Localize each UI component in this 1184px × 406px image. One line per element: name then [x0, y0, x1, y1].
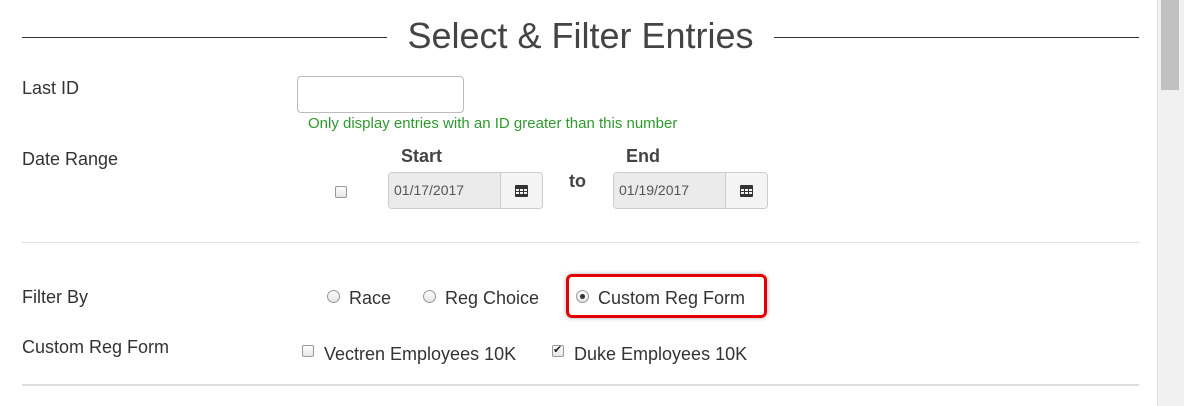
checkbox-duke[interactable] — [552, 343, 564, 357]
to-label: to — [569, 171, 586, 191]
date-range-checkbox[interactable] — [335, 186, 347, 198]
scrollbar-thumb[interactable] — [1161, 0, 1179, 90]
end-date-group: 01/19/2017 — [613, 172, 768, 209]
last-id-input[interactable] — [297, 76, 464, 113]
filter-panel: Select & Filter Entries Last ID Only dis… — [0, 0, 1157, 406]
end-calendar-button[interactable] — [726, 173, 767, 208]
radio-race[interactable] — [327, 290, 340, 303]
filter-by-label: Filter By — [22, 287, 89, 307]
start-date-input[interactable]: 01/17/2017 — [389, 173, 501, 208]
checkbox-duke-label[interactable]: Duke Employees 10K — [574, 344, 747, 365]
checkbox-vectren-label[interactable]: Vectren Employees 10K — [324, 344, 516, 365]
start-date-group: 01/17/2017 — [388, 172, 543, 209]
title-rule-right — [774, 37, 1139, 38]
date-range-label: Date Range — [22, 149, 119, 169]
last-id-label: Last ID — [22, 78, 80, 98]
start-calendar-button[interactable] — [501, 173, 542, 208]
highlight-box — [566, 274, 767, 318]
divider — [22, 384, 1139, 386]
title-rule-left — [22, 37, 387, 38]
custom-reg-form-label: Custom Reg Form — [22, 337, 170, 357]
scrollbar[interactable] — [1157, 0, 1184, 406]
last-id-help-text: Only display entries with an ID greater … — [308, 115, 678, 132]
end-date-input[interactable]: 01/19/2017 — [614, 173, 726, 208]
divider — [22, 242, 1139, 243]
calendar-icon — [515, 184, 528, 197]
radio-race-label[interactable]: Race — [349, 288, 391, 309]
calendar-icon — [740, 184, 753, 197]
checkbox-vectren[interactable] — [302, 345, 314, 357]
page-title: Select & Filter Entries — [407, 15, 754, 56]
radio-reg-choice[interactable] — [423, 290, 436, 303]
end-label: End — [626, 146, 660, 166]
start-label: Start — [401, 146, 443, 166]
radio-reg-choice-label[interactable]: Reg Choice — [445, 288, 539, 309]
